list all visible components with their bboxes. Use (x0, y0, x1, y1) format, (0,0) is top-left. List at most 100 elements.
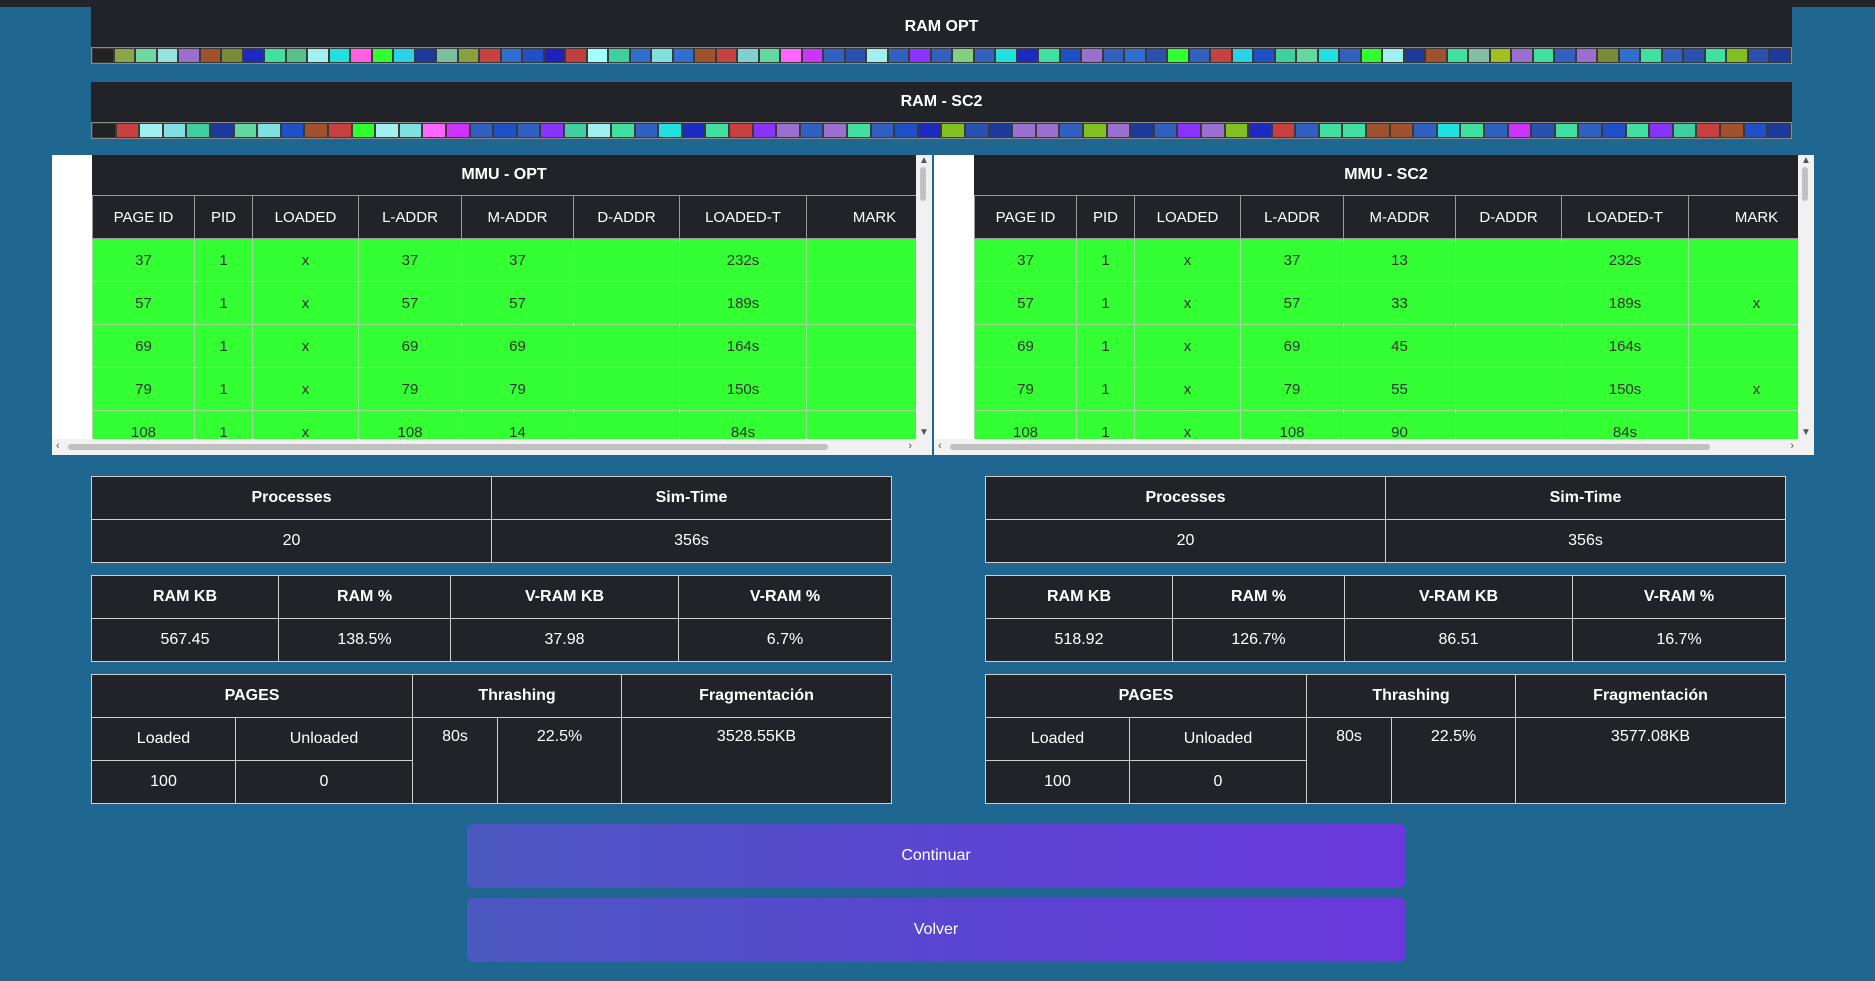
scroll-thumb[interactable] (950, 444, 1710, 450)
ram-frame-cell (1403, 48, 1425, 63)
ram-frame-cell (823, 123, 847, 138)
ram-frame-cell (540, 123, 564, 138)
ram-frame-cell (866, 48, 888, 63)
table-cell: 37 (1240, 238, 1344, 282)
ram-frame-cell (844, 48, 866, 63)
ram-frame-cell (1130, 123, 1154, 138)
ram-frame-cell (1618, 48, 1640, 63)
column-header: D-ADDR (573, 195, 680, 239)
table-row: 108 1 x 108 14 84s (92, 410, 916, 439)
ram-frame-cell (758, 48, 780, 63)
scroll-left-icon[interactable]: ‹ (938, 441, 942, 452)
ram-frame-cell (1743, 123, 1768, 138)
table-cell (1455, 410, 1562, 439)
ram-frame-cell (1767, 123, 1791, 138)
ram-frame-cell (1106, 123, 1131, 138)
ram-frame-cell (307, 48, 329, 63)
table-cell: 189s (679, 281, 807, 325)
ram-frame-cell (233, 123, 258, 138)
ram-pct-header: RAM % (278, 575, 451, 619)
ram-frame-cell (304, 123, 328, 138)
ram-frame-cell (1342, 123, 1367, 138)
ram-frame-cell (1507, 123, 1532, 138)
mmu-sc2-frame[interactable]: MMU - SC2 PAGE ID PID LOADED L-ADDR M-ADDR D-… (934, 155, 1814, 455)
ram-frame-cell (285, 48, 307, 63)
unloaded-value: 0 (234, 760, 414, 804)
processes-header: Processes (985, 476, 1386, 520)
ram-kb-value: 518.92 (985, 618, 1173, 662)
mmu-sc2-horizontal-scrollbar[interactable]: ‹ › (934, 439, 1814, 455)
ram-frame-cell (1318, 123, 1343, 138)
ram-frame-cell (1012, 123, 1036, 138)
table-cell (1455, 324, 1562, 368)
table-cell: 90 (1343, 410, 1456, 439)
table-cell (806, 281, 916, 325)
scroll-thumb[interactable] (68, 444, 828, 450)
ram-frame-cell (1726, 48, 1748, 63)
ram-frame-cell (1602, 123, 1626, 138)
ram-frame-cell (221, 48, 243, 63)
ram-frame-cell (917, 123, 942, 138)
back-button[interactable]: Volver (467, 898, 1405, 962)
scroll-down-icon[interactable]: ▼ (918, 428, 930, 438)
column-header: PID (1076, 195, 1135, 239)
ram-frame-cell (681, 123, 706, 138)
scroll-thumb[interactable] (1802, 167, 1808, 201)
ram-frame-cell (1274, 48, 1296, 63)
scroll-right-icon[interactable]: › (1790, 441, 1794, 452)
simtime-value: 356s (1385, 519, 1786, 563)
table-cell: 69 (358, 324, 462, 368)
table-row: 37 1 x 37 37 232s (92, 238, 916, 282)
mmu-sc2-vertical-scrollbar[interactable]: ▲ ▼ (1798, 155, 1814, 439)
ram-frame-cell (1253, 48, 1275, 63)
table-cell (1455, 238, 1562, 282)
column-header: PAGE ID (974, 195, 1077, 239)
table-cell: 1 (1076, 410, 1135, 439)
scroll-up-icon[interactable]: ▲ (1800, 156, 1812, 166)
mmu-opt-frame[interactable]: MMU - OPT PAGE ID PID LOADED L-ADDR M-ADDR D-… (52, 155, 932, 455)
ram-frame-cell (565, 48, 587, 63)
scroll-thumb[interactable] (920, 167, 926, 201)
ram-frame-cell (1016, 48, 1038, 63)
table-cell (573, 324, 680, 368)
mmu-opt-horizontal-scrollbar[interactable]: ‹ › (52, 439, 932, 455)
scroll-left-icon[interactable]: ‹ (56, 441, 60, 452)
top-bar (0, 0, 1875, 7)
table-cell (573, 238, 680, 282)
ram-sc2-title: RAM - SC2 (91, 82, 1792, 122)
continue-button[interactable]: Continuar (467, 824, 1405, 888)
loaded-label: Loaded (91, 717, 236, 761)
table-cell: 1 (194, 281, 253, 325)
table-cell (1688, 410, 1798, 439)
processes-value: 20 (985, 519, 1386, 563)
mmu-opt-title: MMU - OPT (92, 155, 916, 195)
scroll-down-icon[interactable]: ▼ (1800, 428, 1812, 438)
ram-frame-cell (1081, 48, 1103, 63)
table-cell: 37 (358, 238, 462, 282)
ram-frame-cell (1747, 48, 1769, 63)
ram-frame-cell (952, 48, 974, 63)
thrashing-time: 80s (412, 717, 499, 804)
ram-sc2-strip (91, 122, 1792, 139)
ram-frame-cell (139, 123, 163, 138)
table-cell (573, 410, 680, 439)
scroll-up-icon[interactable]: ▲ (918, 156, 930, 166)
table-cell: 45 (1343, 324, 1456, 368)
table-cell: x (1134, 367, 1241, 411)
mmu-opt-vertical-scrollbar[interactable]: ▲ ▼ (916, 155, 932, 439)
ram-frame-cell (1248, 123, 1272, 138)
scroll-right-icon[interactable]: › (908, 441, 912, 452)
ram-frame-cell (563, 123, 588, 138)
ram-kb-header: RAM KB (985, 575, 1173, 619)
mmu-sc2-title: MMU - SC2 (974, 155, 1798, 195)
unloaded-value: 0 (1128, 760, 1308, 804)
table-cell: 1 (194, 238, 253, 282)
sc2-processes-table: Processes Sim-Time 20 356s (985, 476, 1786, 563)
table-cell: x (1134, 238, 1241, 282)
table-cell: 1 (1076, 367, 1135, 411)
vram-kb-header: V-RAM KB (1344, 575, 1573, 619)
ram-frame-cell (398, 123, 423, 138)
ram-frame-cell (199, 48, 221, 63)
ram-frame-cell (608, 48, 630, 63)
table-cell: 57 (92, 281, 195, 325)
